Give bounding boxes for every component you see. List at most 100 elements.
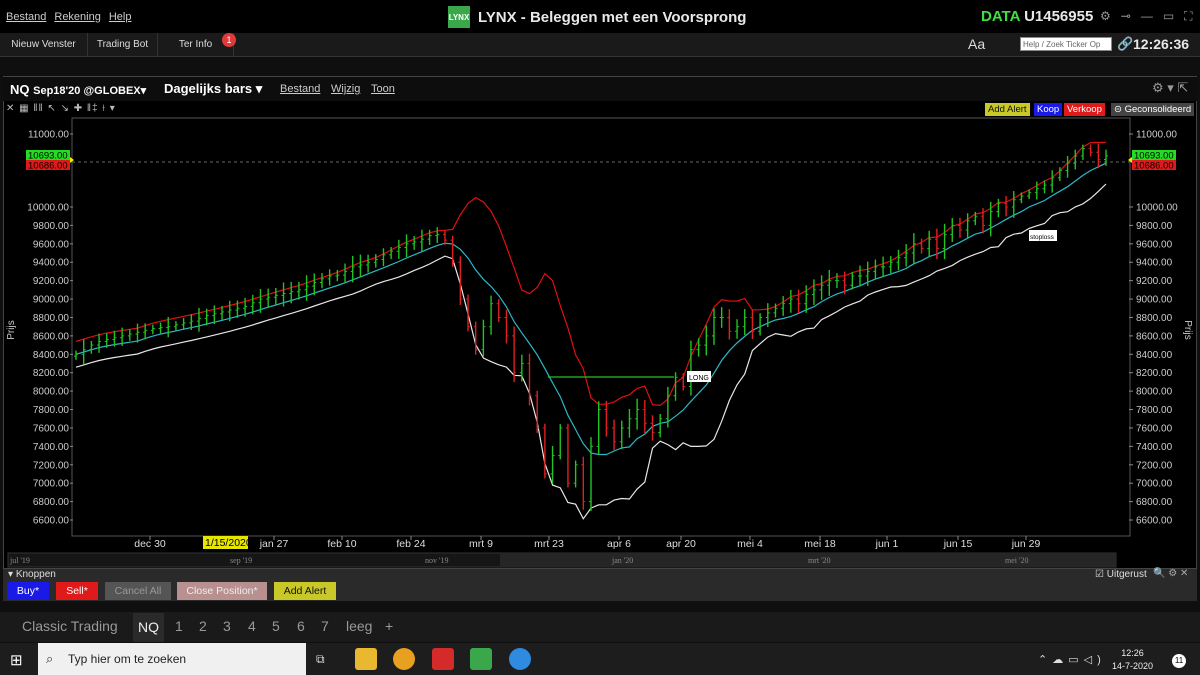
x-tick-label: mrt 23 (534, 538, 564, 550)
tab-2[interactable]: 2 (199, 618, 207, 634)
taskbar-search-input[interactable]: Typ hier om te zoeken (38, 643, 306, 675)
x-tick-label: mei 4 (737, 538, 763, 550)
knoppen-header: ▾ Knoppen ☑ Uitgerust 🔍 ⚙ ✕ (3, 568, 1197, 581)
x-tick-label: jun 15 (943, 538, 973, 550)
lynx-taskbar-icon[interactable] (470, 648, 492, 670)
y-tick-label-left: 7800.00 (33, 405, 70, 416)
x-tick-label: mei 18 (804, 538, 836, 550)
y-tick-label-left: 7600.00 (33, 423, 70, 434)
plot-frame (71, 117, 1131, 537)
y-tick-label-left: 6600.00 (33, 516, 70, 527)
y-axis-left: 11000.00 10000.00 9800.00 9600.00 9400.00 920… (27, 130, 73, 527)
y-tick-label-left: 8600.00 (33, 331, 70, 342)
price-tag-bid-right-text: 10686.00 (1134, 161, 1174, 172)
chrome-icon[interactable] (509, 648, 531, 670)
price-chart[interactable]: 11000.00 10000.00 9800.00 9600.00 9400.00 920… (0, 0, 1200, 570)
tab-6[interactable]: 6 (297, 618, 305, 634)
close-position-button[interactable]: Close Position* (177, 582, 267, 600)
date-highlight: 1/15/2020 (205, 537, 252, 549)
y-tick-label-right: 7600.00 (1136, 423, 1173, 434)
y-tick-label-right: 10000.00 (1136, 203, 1178, 214)
y-tick-label-left: 7200.00 (33, 460, 70, 471)
x-tick-label: apr 6 (607, 538, 631, 550)
overview-label: sep '19 (230, 556, 252, 565)
long-label: LONG (689, 375, 709, 382)
y-tick-label-right: 7400.00 (1136, 442, 1173, 453)
y-tick-label-left: 7400.00 (33, 442, 70, 453)
x-tick-label: apr 20 (666, 538, 696, 550)
y-tick-label-left: 9600.00 (33, 239, 70, 250)
x-tick-label: jan 27 (259, 538, 289, 550)
tab-3[interactable]: 3 (223, 618, 231, 634)
tab-7[interactable]: 7 (321, 618, 329, 634)
x-tick-label: jun 1 (875, 538, 899, 550)
y-tick-label-left: 10000.00 (27, 203, 69, 214)
sell-button[interactable]: Sell* (56, 582, 98, 600)
x-tick-label: feb 24 (396, 538, 425, 550)
tab-5[interactable]: 5 (272, 618, 280, 634)
uitgerust-toggle[interactable]: ☑ Uitgerust (1095, 569, 1147, 580)
tab-classic-trading[interactable]: Classic Trading (22, 618, 118, 634)
knoppen-add-alert-button[interactable]: Add Alert (274, 582, 336, 600)
y-tick-label-right: 8000.00 (1136, 387, 1173, 398)
overview-label: mei '20 (1005, 556, 1028, 565)
y-tick-label-left: 9200.00 (33, 276, 70, 287)
y-tick-label-left: 7000.00 (33, 479, 70, 490)
y-tick-label-right: 8800.00 (1136, 313, 1173, 324)
taskbar-time: 12:26 (1121, 648, 1144, 658)
x-tick-label: feb 10 (327, 538, 356, 550)
cancel-all-button[interactable]: Cancel All (105, 582, 171, 600)
y-tick-label-right: 6600.00 (1136, 516, 1173, 527)
y-tick-label-right: 9800.00 (1136, 221, 1173, 232)
search-icon: ⌕ (46, 651, 54, 666)
add-tab-button[interactable]: + (385, 618, 393, 634)
y-tick-label-left: 6800.00 (33, 497, 70, 508)
y-tick-label-left: 9400.00 (33, 258, 70, 269)
windows-start-icon[interactable]: ⊞ (10, 651, 23, 669)
x-tick-label: dec 30 (134, 538, 166, 550)
y-tick-label-right: 7000.00 (1136, 479, 1173, 490)
y-axis-label-right: Prijs (1182, 320, 1193, 339)
x-tick-label: mrt 9 (469, 538, 493, 550)
y-tick-label-right: 7200.00 (1136, 460, 1173, 471)
y-tick-label-right: 8200.00 (1136, 368, 1173, 379)
y-tick-label-right: 9600.00 (1136, 239, 1173, 250)
price-tag-bid-left-text: 10686.00 (28, 161, 68, 172)
overview-label: nov '19 (425, 556, 448, 565)
y-tick-label-left: 8400.00 (33, 350, 70, 361)
y-tick-label-left: 9000.00 (33, 295, 70, 306)
tab-4[interactable]: 4 (248, 618, 256, 634)
y-tick-label-left: 8800.00 (33, 313, 70, 324)
taskbar-clock[interactable]: 12:26 14-7-2020 (1112, 647, 1153, 673)
upper-band-line (75, 141, 1107, 407)
mp3-app-icon[interactable] (432, 648, 454, 670)
file-explorer-icon[interactable] (355, 648, 377, 670)
notifications-icon[interactable]: 11 (1172, 654, 1186, 668)
y-tick-label-right: 9000.00 (1136, 295, 1173, 306)
uitgerust-text: Uitgerust (1106, 569, 1147, 580)
opera-icon[interactable] (393, 648, 415, 670)
y-tick-label-left: 8200.00 (33, 368, 70, 379)
tab-1[interactable]: 1 (175, 618, 183, 634)
stoploss-label: stoploss (1030, 234, 1055, 241)
knoppen-title[interactable]: ▾ Knoppen (8, 569, 56, 580)
y-tick-label-right: 9400.00 (1136, 258, 1173, 269)
tab-leeg[interactable]: leeg (346, 618, 372, 634)
middle-band-line (75, 162, 1107, 456)
y-tick-label-right: 9200.00 (1136, 276, 1173, 287)
buy-button[interactable]: Buy* (7, 582, 49, 600)
overview-label: jul '19 (9, 556, 30, 565)
panel-controls[interactable]: 🔍 ⚙ ✕ (1153, 568, 1188, 579)
overview-label: jan '20 (611, 556, 633, 565)
knoppen-title-text: Knoppen (15, 569, 56, 580)
system-tray[interactable]: ⌃☁▭◁) (1038, 653, 1106, 666)
y-tick-label-right: 11000.00 (1136, 130, 1177, 141)
y-tick-label-right: 6800.00 (1136, 497, 1173, 508)
y-tick-label-right: 7800.00 (1136, 405, 1173, 416)
y-tick-label-right: 8400.00 (1136, 350, 1173, 361)
y-tick-label-right: 8600.00 (1136, 331, 1173, 342)
y-axis-label-left: Prijs (6, 320, 17, 339)
task-view-icon[interactable]: ⧉ (316, 652, 325, 667)
x-tick-label: jun 29 (1011, 538, 1041, 550)
tab-nq[interactable]: NQ (133, 613, 164, 642)
